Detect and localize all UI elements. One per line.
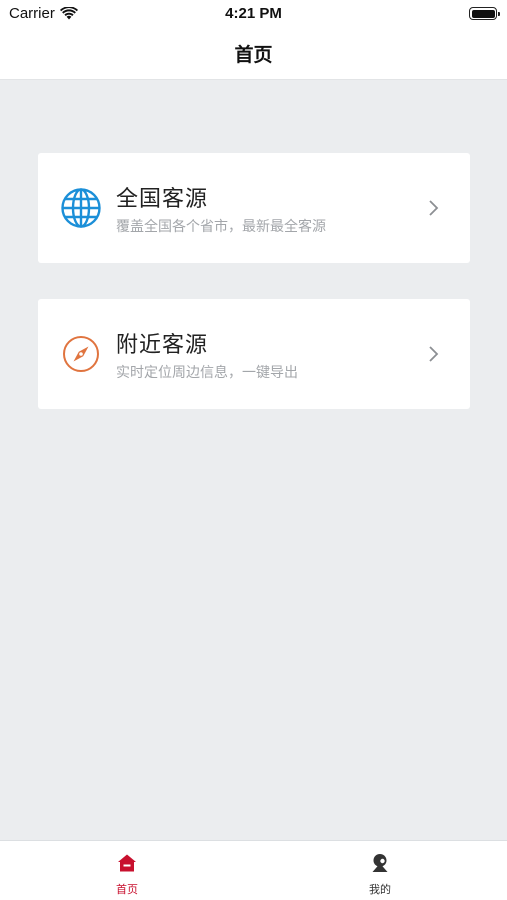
card-subtitle: 覆盖全国各个省市，最新最全客源	[116, 219, 326, 235]
chevron-right-icon	[429, 346, 439, 362]
compass-icon	[63, 336, 99, 372]
card-title: 全国客源	[116, 187, 209, 212]
tab-label: 我的	[369, 883, 391, 896]
home-icon	[118, 854, 136, 872]
status-time: 4:21 PM	[225, 5, 282, 22]
tab-bar: 首页 我的	[0, 840, 507, 900]
tab-home[interactable]: 首页	[67, 841, 187, 900]
card-title: 附近客源	[116, 333, 209, 358]
card-subtitle: 实时定位周边信息，一键导出	[116, 365, 298, 381]
user-icon	[372, 854, 388, 872]
battery-icon	[469, 7, 500, 20]
chevron-right-icon	[429, 200, 439, 216]
card-nationwide-sources[interactable]: 全国客源 覆盖全国各个省市，最新最全客源	[38, 153, 470, 263]
status-bar: Carrier 4:21 PM	[0, 0, 507, 28]
card-nearby-sources[interactable]: 附近客源 实时定位周边信息，一键导出	[38, 299, 470, 409]
tab-label: 首页	[116, 883, 138, 896]
tab-mine[interactable]: 我的	[320, 841, 440, 900]
battery-level	[471, 9, 495, 18]
globe-icon	[61, 188, 101, 228]
navigation-bar: 首页	[0, 28, 507, 80]
page-title: 首页	[234, 44, 273, 66]
